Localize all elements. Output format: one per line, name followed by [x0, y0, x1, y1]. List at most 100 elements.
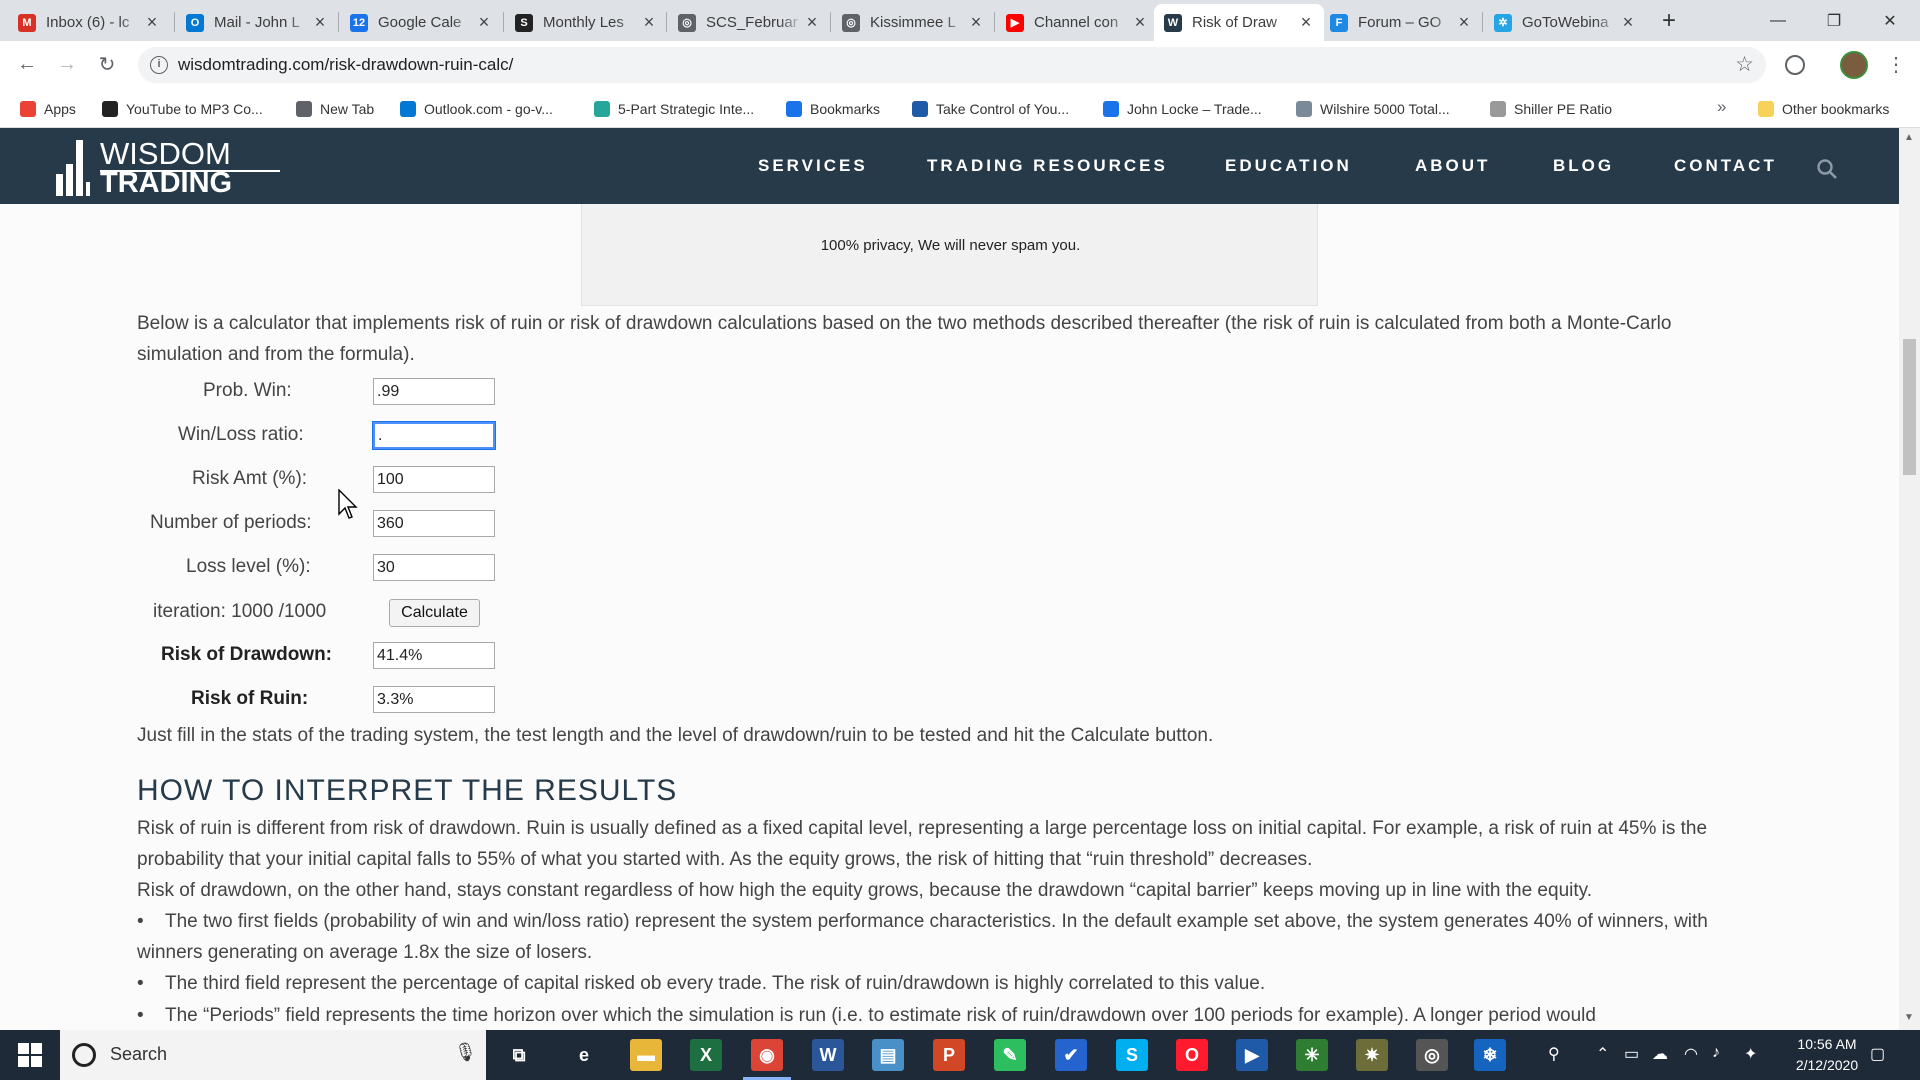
new-tab-button[interactable]: +	[1654, 8, 1684, 36]
globe-icon	[296, 101, 312, 117]
win-loss-ratio-label: Win/Loss ratio:	[178, 424, 304, 445]
bookmark-item[interactable]: 5-Part Strategic Inte...	[594, 98, 754, 120]
tab-close-icon[interactable]: ×	[641, 12, 657, 33]
taskbar-clock[interactable]: 10:56 AM 2/12/2020	[1787, 1034, 1867, 1076]
wifi-icon[interactable]: ◠	[1684, 1044, 1698, 1064]
tab-close-icon[interactable]: ×	[968, 12, 984, 33]
loss-level-input[interactable]	[373, 554, 495, 581]
tab-3[interactable]: S Monthly Les ×	[505, 4, 667, 41]
bookmarks-overflow-button[interactable]: »	[1717, 97, 1726, 117]
nav-trading-resources[interactable]: TRADING RESOURCES	[927, 156, 1168, 176]
tab-0[interactable]: M Inbox (6) - lc ×	[8, 4, 170, 41]
tab-5[interactable]: ◎ Kissimmee L ×	[832, 4, 994, 41]
risk-of-drawdown-output[interactable]	[373, 642, 495, 669]
bookmark-item[interactable]: Wilshire 5000 Total...	[1296, 98, 1450, 120]
scroll-up-icon[interactable]: ▲	[1904, 132, 1914, 143]
scroll-down-icon[interactable]: ▼	[1904, 1012, 1914, 1023]
bookmark-item[interactable]: Apps	[20, 98, 76, 120]
search-icon[interactable]	[1816, 158, 1838, 180]
other-bookmarks[interactable]: Other bookmarks	[1758, 98, 1889, 120]
risk-of-ruin-output[interactable]	[373, 686, 495, 713]
nav-contact[interactable]: CONTACT	[1674, 156, 1777, 176]
tab-7[interactable]: W Risk of Draw ×	[1154, 4, 1324, 41]
bookmark-item[interactable]: YouTube to MP3 Co...	[102, 98, 263, 120]
tab-close-icon[interactable]: ×	[312, 12, 328, 33]
nav-services[interactable]: SERVICES	[758, 156, 868, 176]
word-icon[interactable]: W	[812, 1039, 844, 1071]
tab-close-icon[interactable]: ×	[1132, 12, 1148, 33]
page-scrollbar[interactable]: ▲ ▼	[1899, 128, 1920, 1030]
chrome-icon[interactable]: ◉	[743, 1039, 791, 1080]
info-icon[interactable]: i	[150, 56, 168, 74]
nav-blog[interactable]: BLOG	[1553, 156, 1614, 176]
periods-input[interactable]	[373, 510, 495, 537]
todo-icon[interactable]: ✔	[1055, 1039, 1087, 1071]
bookmark-item[interactable]: Take Control of You...	[912, 98, 1069, 120]
tab-close-icon[interactable]: ×	[1298, 12, 1314, 33]
bookmark-item[interactable]: Outlook.com - go-v...	[400, 98, 553, 120]
wisdom-trading-logo[interactable]: WISDOM TRADING	[56, 134, 280, 200]
snowflake-icon[interactable]: ❄	[1474, 1039, 1506, 1071]
forward-button[interactable]: →	[52, 49, 82, 79]
prob-win-input[interactable]	[373, 378, 495, 405]
clock-date: 2/12/2020	[1795, 1057, 1859, 1073]
nav-education[interactable]: EDUCATION	[1225, 156, 1352, 176]
tab-1[interactable]: O Mail - John L ×	[176, 4, 338, 41]
risk-amt-input[interactable]	[373, 466, 495, 493]
file-explorer-icon[interactable]: ▬	[630, 1039, 662, 1071]
evernote-icon[interactable]: ✎	[994, 1039, 1026, 1071]
reload-button[interactable]: ↻	[92, 49, 122, 79]
powerpoint-icon[interactable]: P	[933, 1039, 965, 1071]
edge-icon[interactable]: e	[568, 1039, 600, 1071]
tab-6[interactable]: ▶ Channel con ×	[996, 4, 1158, 41]
start-button[interactable]	[0, 1030, 60, 1080]
minimize-button[interactable]: —	[1750, 0, 1806, 41]
calculate-button[interactable]: Calculate	[389, 599, 480, 627]
win-loss-ratio-input[interactable]	[372, 421, 496, 450]
excel-icon[interactable]: X	[690, 1039, 722, 1071]
people-icon[interactable]: ⚲	[1548, 1044, 1560, 1064]
app-green-icon[interactable]: ✳	[1296, 1039, 1328, 1071]
tab-8[interactable]: F Forum – GO ×	[1320, 4, 1482, 41]
opera-icon[interactable]: O	[1176, 1039, 1208, 1071]
notifications-icon[interactable]: ▢	[1870, 1044, 1885, 1064]
url-text[interactable]: wisdomtrading.com/risk-drawdown-ruin-cal…	[178, 55, 513, 75]
back-button[interactable]: ←	[12, 49, 42, 79]
tab-close-icon[interactable]: ×	[1456, 12, 1472, 33]
tab-4[interactable]: ◎ SCS_Februar ×	[668, 4, 830, 41]
wisdom-icon: W	[1164, 13, 1182, 32]
tray-overflow-icon[interactable]: ⌃	[1596, 1044, 1609, 1064]
tab-close-icon[interactable]: ×	[476, 12, 492, 33]
dropbox-icon[interactable]: ✦	[1744, 1044, 1757, 1064]
menu-kebab-icon[interactable]: ⋮	[1886, 51, 1906, 79]
tab-title: Kissimmee L	[870, 14, 956, 31]
battery-icon[interactable]: ▭	[1624, 1044, 1639, 1064]
media-player-icon[interactable]: ▶	[1236, 1039, 1268, 1071]
tab-close-icon[interactable]: ×	[144, 12, 160, 33]
bookmark-star-icon[interactable]: ☆	[1735, 52, 1754, 77]
bookmark-item[interactable]: Shiller PE Ratio	[1490, 98, 1612, 120]
nav-about[interactable]: ABOUT	[1415, 156, 1490, 176]
extension-icon[interactable]	[1785, 55, 1805, 75]
skype-icon[interactable]: S	[1116, 1039, 1148, 1071]
taskbar-search[interactable]: Search 🎙	[60, 1030, 486, 1080]
tab-9[interactable]: ✲ GoToWebina ×	[1484, 4, 1646, 41]
maximize-button[interactable]: ❐	[1806, 0, 1862, 41]
volume-icon[interactable]: ♪	[1712, 1044, 1720, 1062]
tab-close-icon[interactable]: ×	[1620, 12, 1636, 33]
app-spark-icon[interactable]: ✷	[1356, 1039, 1388, 1071]
bookmark-item[interactable]: Bookmarks	[786, 98, 880, 120]
microphone-icon[interactable]: 🎙	[454, 1042, 477, 1063]
window-close-button[interactable]: ✕	[1862, 0, 1918, 41]
tab-close-icon[interactable]: ×	[804, 12, 820, 33]
task-view-icon[interactable]: ⧉	[503, 1039, 535, 1071]
profile-avatar[interactable]	[1840, 51, 1868, 79]
scrollbar-thumb[interactable]	[1903, 339, 1916, 475]
address-bar[interactable]: i wisdomtrading.com/risk-drawdown-ruin-c…	[138, 47, 1766, 83]
notebook-icon[interactable]: ▤	[872, 1039, 904, 1071]
onedrive-icon[interactable]: ☁	[1652, 1044, 1668, 1064]
tab-2[interactable]: 12 Google Cale ×	[340, 4, 502, 41]
bookmark-item[interactable]: John Locke – Trade...	[1103, 98, 1262, 120]
obs-icon[interactable]: ◎	[1416, 1039, 1448, 1071]
bookmark-item[interactable]: New Tab	[296, 98, 374, 120]
